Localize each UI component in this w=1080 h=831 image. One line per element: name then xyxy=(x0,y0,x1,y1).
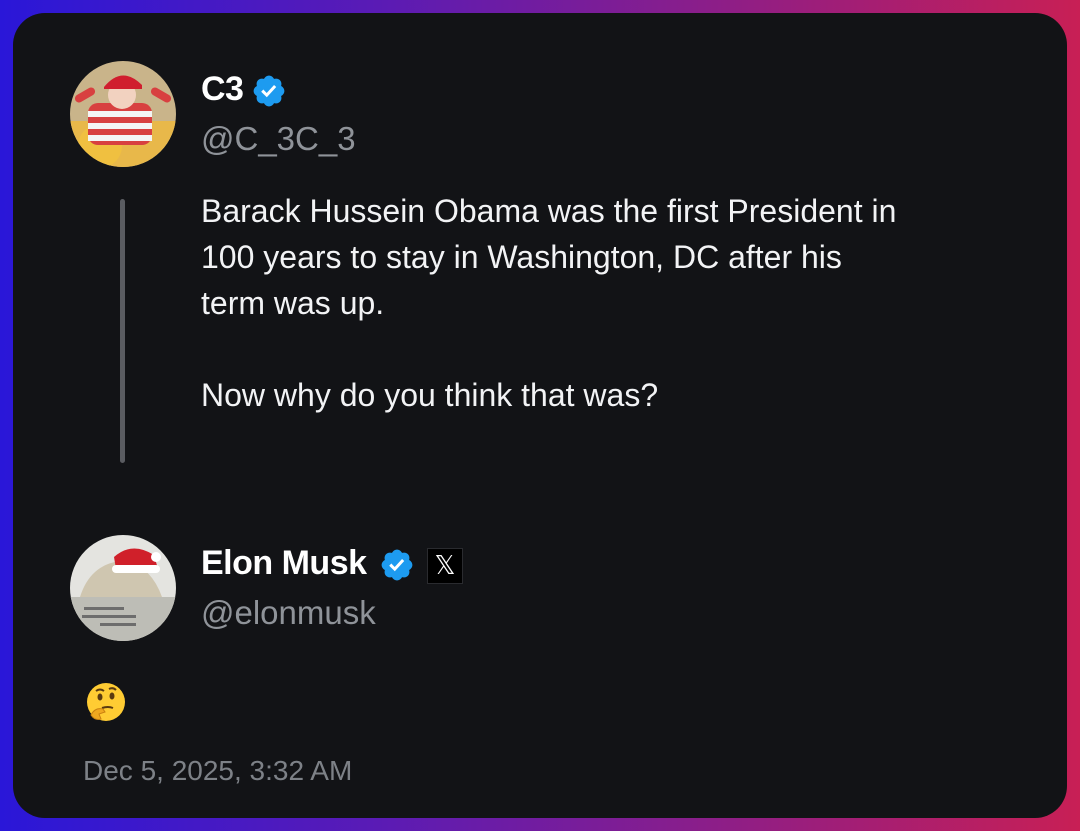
x-logo-glyph: 𝕏 xyxy=(434,551,456,581)
c3-display-name[interactable]: C3 xyxy=(201,69,244,109)
elon-musk-display-name[interactable]: Elon Musk xyxy=(201,543,367,583)
tweet-card: C3 @C_3C_3 Barack Hussein Obama was the … xyxy=(13,13,1067,818)
post-timestamp[interactable]: Dec 5, 2025, 3:32 AM xyxy=(83,753,352,789)
verified-badge-icon xyxy=(253,75,285,107)
elon-musk-handle[interactable]: @elonmusk xyxy=(201,593,376,633)
original-post-text: Barack Hussein Obama was the first Presi… xyxy=(201,193,897,413)
elon-musk-avatar[interactable] xyxy=(70,535,176,641)
x-affiliate-badge-icon[interactable]: 𝕏 xyxy=(427,548,463,584)
thread-connector-line xyxy=(120,199,125,463)
c3-handle[interactable]: @C_3C_3 xyxy=(201,119,356,159)
thinking-face-emoji-icon xyxy=(87,683,125,721)
c3-avatar[interactable] xyxy=(70,61,176,167)
verified-badge-icon xyxy=(381,549,413,581)
